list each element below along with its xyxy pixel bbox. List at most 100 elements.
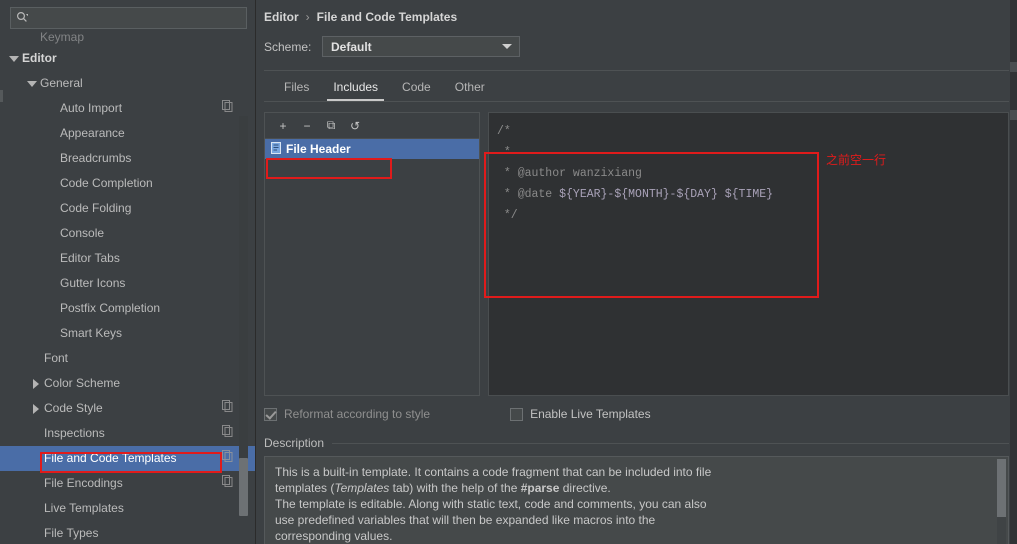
tab-files[interactable]: Files (272, 80, 321, 101)
sidebar-item-font[interactable]: Font (0, 346, 255, 371)
reformat-checkbox[interactable] (264, 407, 277, 421)
sidebar-item-label: Editor Tabs (60, 251, 120, 265)
copy-settings-icon[interactable] (222, 396, 233, 421)
sidebar-item-general[interactable]: General (0, 71, 255, 96)
sidebar-item-gutter-icons[interactable]: Gutter Icons (0, 271, 255, 296)
template-code-editor[interactable]: /* * * @author wanzixiang * @date ${YEAR… (488, 112, 1009, 396)
sidebar-scrollbar[interactable] (239, 116, 248, 516)
sidebar-item-color-scheme[interactable]: Color Scheme (0, 371, 255, 396)
settings-tree: Keymap Editor General Auto Import Appearance… (0, 28, 255, 544)
description-parse-keyword: #parse (520, 481, 560, 495)
chevron-right-icon[interactable] (30, 378, 41, 389)
sidebar-item-label: Postfix Completion (60, 301, 161, 315)
search-icon (16, 11, 29, 26)
settings-main-pane: Editor › File and Code Templates Scheme:… (256, 0, 1017, 544)
template-code-text[interactable]: /* * * @author wanzixiang * @date ${YEAR… (489, 113, 1008, 226)
sidebar-item-appearance[interactable]: Appearance (0, 121, 255, 146)
tab-bar-underline (264, 101, 1009, 102)
sidebar-item-smart-keys[interactable]: Smart Keys (0, 321, 255, 346)
template-list-item[interactable]: File Header (265, 139, 479, 159)
tab-code[interactable]: Code (390, 80, 443, 101)
sidebar-item-file-and-code-templates[interactable]: File and Code Templates (0, 446, 255, 471)
template-options-row: Reformat according to style Enable Live … (264, 404, 1009, 424)
description-line-2b: tab) with the help of the (389, 481, 521, 495)
sidebar-item-code-style[interactable]: Code Style (0, 396, 255, 421)
tab-other[interactable]: Other (443, 80, 497, 101)
sidebar-item-label: Code Completion (60, 176, 153, 190)
sidebar-item-code-completion[interactable]: Code Completion (0, 171, 255, 196)
sidebar-item-label: Gutter Icons (60, 276, 126, 290)
chevron-down-icon (502, 44, 512, 49)
sidebar-item-label: Auto Import (60, 101, 123, 115)
sidebar-item-file-encodings[interactable]: File Encodings (0, 471, 255, 496)
code-text: * @author wanzixiang (497, 167, 642, 180)
sidebar-item-live-templates[interactable]: Live Templates (0, 496, 255, 521)
description-line-1: This is a built-in template. It contains… (275, 465, 712, 479)
divider (332, 442, 1009, 444)
reset-template-button[interactable]: ↺ (344, 115, 366, 136)
add-template-button[interactable]: + (272, 115, 294, 136)
copy-settings-icon[interactable] (222, 421, 233, 446)
live-templates-checkbox-label: Enable Live Templates (530, 407, 651, 421)
copy-settings-icon[interactable] (222, 446, 233, 471)
dialog-scrollbar[interactable] (1010, 0, 1017, 544)
live-templates-checkbox-row[interactable]: Enable Live Templates (510, 407, 651, 421)
sidebar-item-label: Keymap (40, 30, 85, 44)
copy-settings-icon[interactable] (222, 471, 233, 496)
tab-bar: Files Includes Code Other (256, 71, 1017, 101)
sidebar-item-code-folding[interactable]: Code Folding (0, 196, 255, 221)
remove-template-button[interactable]: − (296, 115, 318, 136)
description-line-2c: directive. (559, 481, 611, 495)
code-line: * (497, 142, 1008, 163)
sidebar-item-editor[interactable]: Editor (0, 46, 255, 71)
live-templates-checkbox[interactable] (510, 407, 524, 421)
copy-settings-icon[interactable] (222, 96, 233, 121)
sidebar-item-postfix-completion[interactable]: Postfix Completion (0, 296, 255, 321)
sidebar-item-editor-tabs[interactable]: Editor Tabs (0, 246, 255, 271)
code-text: * (497, 146, 511, 159)
sidebar-scrollbar-thumb[interactable] (239, 458, 248, 516)
scheme-row: Scheme: Default (256, 24, 1017, 57)
sidebar-item-file-types[interactable]: File Types (0, 521, 255, 544)
breadcrumb-separator-icon: › (305, 10, 310, 24)
code-text: */ (497, 209, 518, 222)
description-panel: This is a built-in template. It contains… (264, 456, 1009, 544)
reformat-checkbox-row[interactable]: Reformat according to style (264, 407, 430, 421)
scheme-value: Default (331, 39, 372, 54)
description-title: Description (264, 436, 325, 450)
sidebar-item-console[interactable]: Console (0, 221, 255, 246)
dialog-scrollbar-notch (1010, 110, 1017, 120)
chevron-down-icon[interactable] (26, 78, 37, 89)
scheme-dropdown[interactable]: Default (322, 36, 520, 57)
code-text: /* (497, 125, 511, 138)
sidebar-item-label: Breadcrumbs (60, 151, 132, 165)
copy-template-button[interactable]: ⧉ (320, 115, 342, 136)
code-line: * @date ${YEAR}-${MONTH}-${DAY} ${TIME} (497, 184, 1008, 205)
sidebar-item-keymap[interactable]: Keymap (0, 28, 255, 46)
tab-includes[interactable]: Includes (321, 80, 390, 101)
sidebar-item-inspections[interactable]: Inspections (0, 421, 255, 446)
description-scrollbar-thumb[interactable] (997, 459, 1006, 517)
breadcrumb-parent[interactable]: Editor (264, 10, 299, 24)
chevron-right-icon[interactable] (30, 403, 41, 414)
code-line: /* (497, 121, 1008, 142)
search-input[interactable] (31, 9, 241, 27)
description-line-4: use predefined variables that will then … (275, 513, 656, 527)
sidebar-item-breadcrumbs[interactable]: Breadcrumbs (0, 146, 255, 171)
template-list-panel: + − ⧉ ↺ File Header (264, 112, 480, 396)
settings-dialog: Keymap Editor General Auto Import Appearance… (0, 0, 1017, 544)
chevron-down-icon[interactable] (8, 53, 19, 64)
sidebar-item-label: Appearance (60, 126, 125, 140)
search-box[interactable] (10, 7, 247, 29)
description-line-2a: templates ( (275, 481, 335, 495)
description-text: This is a built-in template. It contains… (265, 457, 1008, 544)
sidebar-item-auto-import[interactable]: Auto Import (0, 96, 255, 121)
